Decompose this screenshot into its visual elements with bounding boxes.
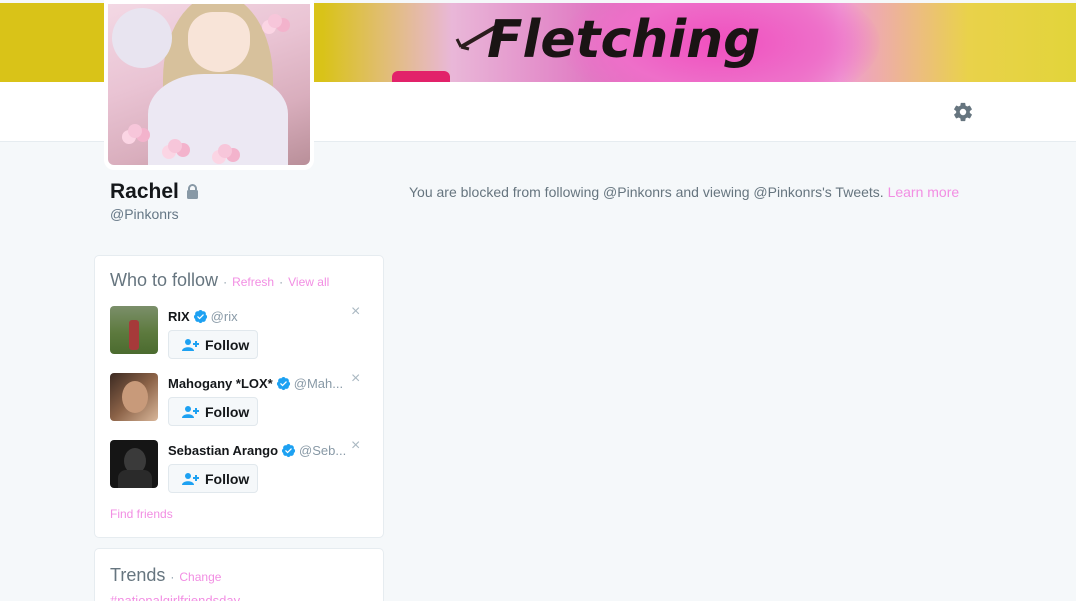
- dismiss-button[interactable]: ×: [351, 370, 360, 388]
- verified-badge-icon: [281, 443, 296, 458]
- avatar[interactable]: [110, 373, 158, 421]
- verified-badge-icon: [193, 309, 207, 324]
- separator-dot: ·: [279, 275, 284, 289]
- trend-item[interactable]: #nationalgirlfriendsday: [110, 593, 240, 601]
- suggestion-name[interactable]: Mahogany *LOX* @Mah...: [168, 376, 343, 391]
- follow-label: Follow: [205, 471, 250, 487]
- follow-button[interactable]: Follow: [168, 464, 258, 493]
- gear-icon[interactable]: [952, 101, 974, 123]
- follow-label: Follow: [205, 404, 250, 420]
- blossom-decoration: [218, 144, 232, 158]
- refresh-link[interactable]: Refresh: [232, 275, 274, 289]
- follow-suggestion: RIX @rix × Follow: [110, 303, 372, 366]
- who-to-follow-title: Who to follow: [110, 270, 219, 290]
- learn-more-link[interactable]: Learn more: [888, 184, 960, 200]
- trends-header: Trends · Change: [110, 565, 221, 586]
- user-name[interactable]: Mahogany *LOX*: [168, 376, 273, 391]
- find-friends-link[interactable]: Find friends: [110, 507, 173, 521]
- add-user-icon: [182, 339, 199, 351]
- follow-suggestion: Sebastian Arango @Seb... × Follow: [110, 437, 372, 500]
- profile-avatar[interactable]: [104, 0, 314, 170]
- profile-name[interactable]: Rachel: [110, 180, 179, 204]
- blossom-decoration: [168, 139, 182, 153]
- separator-dot: ·: [223, 275, 228, 289]
- user-name[interactable]: RIX: [168, 309, 190, 324]
- avatar[interactable]: [110, 306, 158, 354]
- trends-title: Trends: [110, 565, 166, 585]
- suggestion-name[interactable]: Sebastian Arango @Seb...: [168, 443, 346, 458]
- avatar-image: [108, 4, 310, 165]
- who-to-follow-header: Who to follow · Refresh · View all: [110, 270, 329, 291]
- blossom-decoration: [268, 14, 282, 28]
- add-user-icon: [182, 406, 199, 418]
- view-all-link[interactable]: View all: [288, 275, 329, 289]
- blocked-notice: You are blocked from following @Pinkonrs…: [409, 184, 959, 200]
- follow-suggestion: Mahogany *LOX* @Mah... × Follow: [110, 370, 372, 433]
- avatar[interactable]: [110, 440, 158, 488]
- user-handle[interactable]: @rix: [211, 309, 238, 324]
- user-handle[interactable]: @Seb...: [299, 443, 346, 458]
- dismiss-button[interactable]: ×: [351, 303, 360, 321]
- suggestion-name[interactable]: RIX @rix: [168, 309, 238, 324]
- profile-handle[interactable]: @Pinkonrs: [110, 206, 179, 222]
- who-to-follow-card: Who to follow · Refresh · View all RIX @r…: [94, 255, 384, 538]
- blossom-decoration: [128, 124, 142, 138]
- blocked-notice-text: You are blocked from following @Pinkonrs…: [409, 184, 884, 200]
- dismiss-button[interactable]: ×: [351, 437, 360, 455]
- change-link[interactable]: Change: [179, 570, 221, 584]
- follow-button[interactable]: Follow: [168, 397, 258, 426]
- banner-title: Fletching: [487, 10, 761, 70]
- banner-red-shape: [392, 71, 450, 82]
- user-handle[interactable]: @Mah...: [294, 376, 343, 391]
- avatar-face: [188, 12, 250, 72]
- user-name[interactable]: Sebastian Arango: [168, 443, 278, 458]
- separator-dot: ·: [170, 570, 175, 584]
- trends-card: Trends · Change #nationalgirlfriendsday: [94, 548, 384, 601]
- follow-button[interactable]: Follow: [168, 330, 258, 359]
- follow-label: Follow: [205, 337, 250, 353]
- lock-icon: [187, 184, 198, 199]
- add-user-icon: [182, 473, 199, 485]
- verified-badge-icon: [276, 376, 290, 391]
